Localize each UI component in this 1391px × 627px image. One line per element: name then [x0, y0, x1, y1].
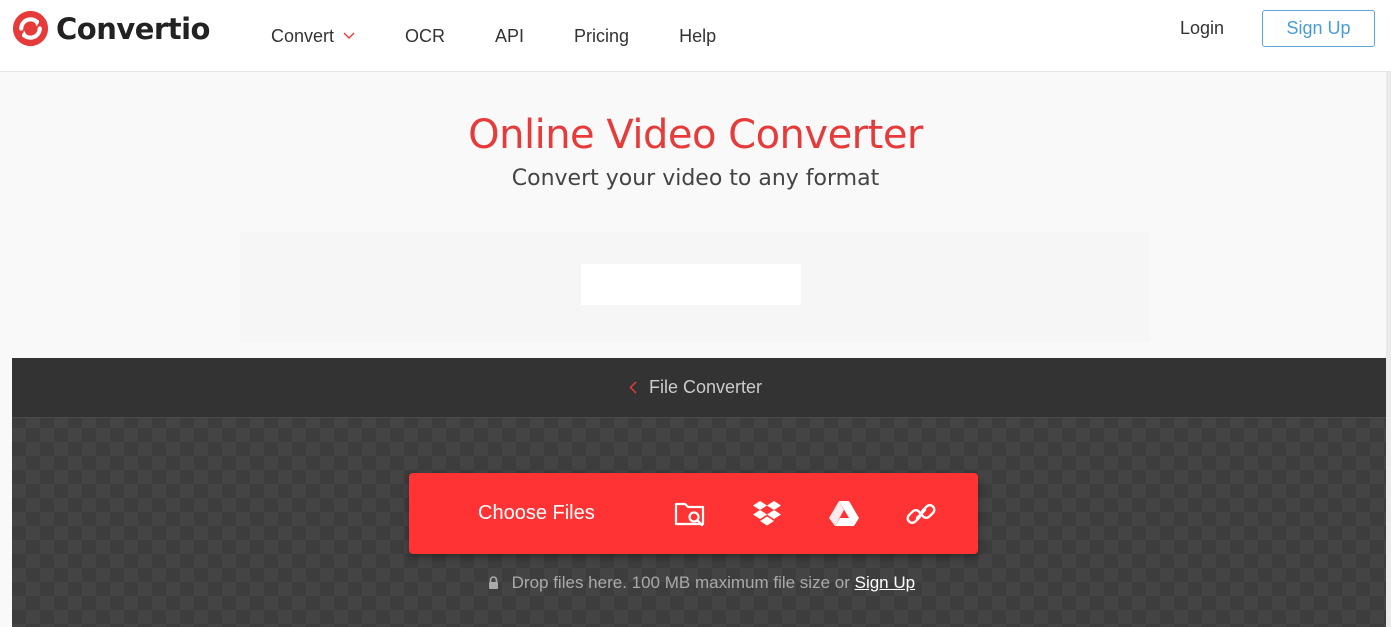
ad-placeholder [581, 264, 801, 305]
breadcrumb-file-converter[interactable]: File Converter [629, 377, 762, 398]
choose-files-button[interactable]: Choose Files [478, 473, 595, 554]
drop-signup-link[interactable]: Sign Up [855, 573, 915, 592]
nav-api[interactable]: API [495, 26, 524, 47]
dropbox-icon[interactable] [750, 497, 784, 531]
page-title: Online Video Converter [468, 112, 923, 158]
page-subtitle: Convert your video to any format [511, 166, 880, 191]
breadcrumb-label: File Converter [649, 377, 763, 397]
link-icon[interactable] [904, 497, 938, 531]
lock-icon [488, 576, 498, 589]
top-header: Convertio Convert OCR API Pricing Help L… [0, 0, 1391, 72]
signup-button[interactable]: Sign Up [1262, 10, 1375, 47]
convertio-logo-icon [12, 10, 49, 47]
nav-pricing[interactable]: Pricing [574, 26, 629, 47]
login-link[interactable]: Login [1180, 0, 1224, 57]
nav-ocr[interactable]: OCR [405, 26, 445, 47]
converter-panel: File Converter Choose Files Drop files h… [12, 358, 1391, 627]
google-drive-icon[interactable] [827, 497, 861, 531]
converter-breadcrumb-bar: File Converter [12, 358, 1391, 418]
drop-hint: Drop files here. 100 MB maximum file siz… [12, 573, 1391, 593]
nav-convert[interactable]: Convert [271, 26, 355, 47]
drop-hint-text: Drop files here. 100 MB maximum file siz… [511, 573, 850, 592]
page-scrollbar[interactable] [1386, 72, 1391, 627]
nav-help[interactable]: Help [679, 26, 716, 47]
brand-name: Convertio [56, 11, 210, 46]
chevron-left-icon [629, 381, 637, 394]
convertio-logo[interactable]: Convertio [12, 10, 210, 47]
upload-bar: Choose Files [409, 473, 978, 554]
main-nav: Convert OCR API Pricing Help [271, 0, 766, 72]
folder-search-icon[interactable] [673, 497, 707, 531]
nav-convert-label: Convert [271, 25, 335, 46]
chevron-down-icon [343, 32, 355, 39]
